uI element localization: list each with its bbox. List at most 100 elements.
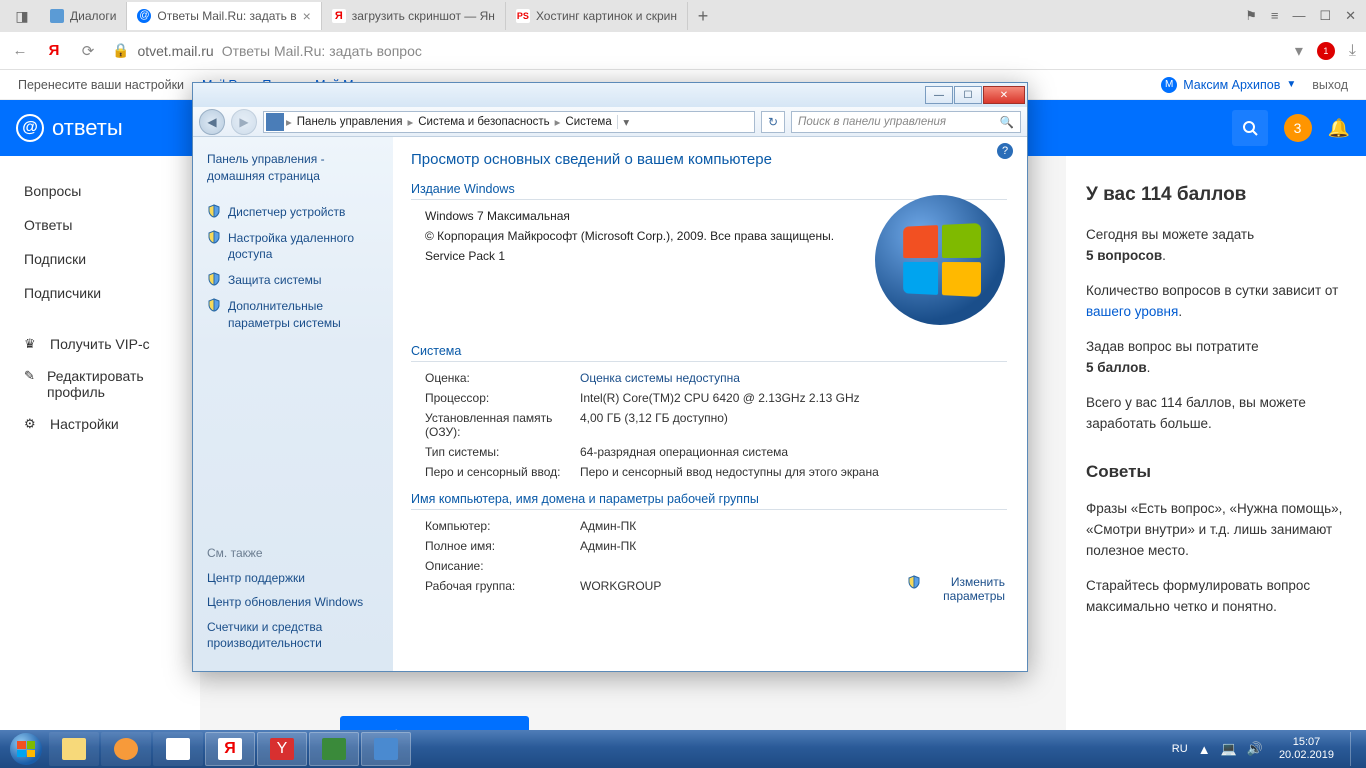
see-also-label: См. также bbox=[207, 546, 387, 560]
windows-update-link[interactable]: Центр обновления Windows bbox=[207, 590, 387, 614]
downloads-icon[interactable]: ⤓ bbox=[1349, 42, 1356, 60]
tips-heading: Советы bbox=[1086, 459, 1346, 485]
rating-link[interactable]: Оценка системы недоступна bbox=[580, 371, 740, 385]
refresh-button[interactable]: ↻ bbox=[761, 111, 785, 133]
adblock-badge[interactable]: 1 bbox=[1317, 42, 1335, 60]
tip-2: Старайтесь формулировать вопрос максимал… bbox=[1086, 576, 1346, 618]
taskbar-yandex-red[interactable]: Я bbox=[205, 732, 255, 766]
system-protection-link[interactable]: Защита системы bbox=[207, 267, 379, 293]
logo-text: ответы bbox=[52, 115, 123, 141]
user-avatar-icon: М bbox=[1161, 77, 1177, 93]
shield-icon bbox=[207, 272, 221, 286]
sidebar-settings[interactable]: ⚙Настройки bbox=[0, 408, 200, 440]
nav-back-button[interactable]: ◀ bbox=[199, 109, 225, 135]
strip-note: Перенесите ваши настройки bbox=[18, 78, 184, 92]
at-icon: @ bbox=[16, 114, 44, 142]
tab-yandex[interactable]: Я загрузить скриншот — Ян bbox=[322, 2, 506, 30]
windows-flag-icon bbox=[17, 741, 35, 757]
level-link[interactable]: вашего уровня bbox=[1086, 304, 1178, 319]
advanced-settings-link[interactable]: Дополнительные параметры системы bbox=[207, 293, 379, 335]
sidebar-item-subscriptions[interactable]: Подписки bbox=[0, 242, 200, 276]
taskbar-yandex-browser[interactable]: Y bbox=[257, 732, 307, 766]
crumb-control-panel[interactable]: Панель управления bbox=[292, 116, 408, 128]
yandex-home-button[interactable]: Я bbox=[44, 41, 64, 61]
sidebar-item-answers[interactable]: Ответы bbox=[0, 208, 200, 242]
help-icon[interactable]: ? bbox=[997, 143, 1013, 159]
computer-icon bbox=[266, 113, 284, 131]
url-host: otvet.mail.ru bbox=[137, 43, 213, 59]
row-label: Рабочая группа: bbox=[425, 579, 580, 593]
new-tab-button[interactable]: + bbox=[688, 6, 718, 27]
lang-indicator[interactable]: RU bbox=[1172, 743, 1188, 755]
close-icon[interactable]: ✕ bbox=[1345, 8, 1356, 24]
tray-clock[interactable]: 15:07 20.02.2019 bbox=[1273, 736, 1340, 762]
maximize-icon[interactable]: ☐ bbox=[1319, 8, 1331, 24]
taskbar-system-window[interactable] bbox=[309, 732, 359, 766]
address-bar: ← Я ⟳ 🔒 otvet.mail.ru Ответы Mail.Ru: за… bbox=[0, 32, 1366, 70]
tab-dialogs[interactable]: Диалоги bbox=[40, 2, 127, 30]
crumb-system[interactable]: Система bbox=[560, 116, 616, 128]
shield-icon bbox=[207, 298, 221, 312]
row-value: 64-разрядная операционная система bbox=[580, 445, 1007, 459]
sidebar-edit-profile[interactable]: ✎Редактировать профиль bbox=[0, 360, 200, 408]
menu-icon[interactable]: ≡ bbox=[1271, 8, 1279, 24]
crumb-security[interactable]: Система и безопасность bbox=[413, 116, 554, 128]
notifications-badge[interactable]: 3 bbox=[1284, 114, 1312, 142]
search-button[interactable] bbox=[1232, 110, 1268, 146]
tab-hosting[interactable]: PS Хостинг картинок и скрин bbox=[506, 2, 688, 30]
section-system: Система bbox=[411, 344, 1007, 362]
tip-1: Фразы «Есть вопрос», «Нужна помощь», «См… bbox=[1086, 499, 1346, 562]
reload-button[interactable]: ⟳ bbox=[78, 41, 98, 61]
tab-mailru-active[interactable]: @ Ответы Mail.Ru: задать в × bbox=[127, 2, 321, 30]
control-panel-home-link[interactable]: Панель управления - домашняя страница bbox=[207, 151, 379, 185]
win7-titlebar[interactable]: — ☐ ✕ bbox=[193, 83, 1027, 107]
row-value: Админ-ПК bbox=[580, 539, 1007, 553]
row-value: Админ-ПК bbox=[580, 519, 1007, 533]
close-button[interactable]: ✕ bbox=[983, 86, 1025, 104]
section-computer-name: Имя компьютера, имя домена и параметры р… bbox=[411, 492, 1007, 510]
taskbar-app[interactable] bbox=[153, 732, 203, 766]
minimize-button[interactable]: — bbox=[925, 86, 953, 104]
taskbar-mediaplayer[interactable] bbox=[101, 732, 151, 766]
change-settings-link[interactable]: Изменить параметры bbox=[907, 575, 1005, 603]
action-center-link[interactable]: Центр поддержки bbox=[207, 566, 387, 590]
chevron-down-icon[interactable]: ▼ bbox=[1286, 79, 1296, 90]
tray-volume-icon[interactable]: 🔊 bbox=[1247, 741, 1263, 757]
tray-network-icon[interactable]: 💻 bbox=[1221, 741, 1237, 757]
bell-icon[interactable]: 🔔 bbox=[1328, 118, 1350, 139]
otvety-logo[interactable]: @ ответы bbox=[16, 114, 123, 142]
browser-tab-strip: ◨ Диалоги @ Ответы Mail.Ru: задать в × Я… bbox=[0, 0, 1366, 32]
row-label: Оценка: bbox=[425, 371, 580, 385]
crown-icon: ♛ bbox=[24, 336, 40, 352]
taskbar-app2[interactable] bbox=[361, 732, 411, 766]
breadcrumb[interactable]: ▸ Панель управления▸ Система и безопасно… bbox=[263, 111, 755, 133]
taskbar-explorer[interactable] bbox=[49, 732, 99, 766]
show-desktop-button[interactable] bbox=[1350, 732, 1358, 766]
tab-pin-back[interactable]: ◨ bbox=[4, 2, 40, 30]
chevron-down-icon[interactable]: ▾ bbox=[617, 115, 635, 129]
user-name-link[interactable]: Максим Архипов bbox=[1183, 78, 1280, 92]
sidebar-item-questions[interactable]: Вопросы bbox=[0, 174, 200, 208]
maximize-button[interactable]: ☐ bbox=[954, 86, 982, 104]
search-input[interactable]: Поиск в панели управления 🔍 bbox=[791, 111, 1021, 133]
start-button[interactable] bbox=[4, 731, 48, 767]
remote-access-link[interactable]: Настройка удаленного доступа bbox=[207, 225, 379, 267]
sidebar-vip[interactable]: ♛Получить VIP-с bbox=[0, 328, 200, 360]
nav-forward-button[interactable]: ▶ bbox=[231, 109, 257, 135]
tray-flag-icon[interactable]: ▲ bbox=[1198, 742, 1211, 757]
dialog-icon bbox=[50, 9, 64, 23]
page-title: Просмотр основных сведений о вашем компь… bbox=[411, 151, 1007, 168]
name-row: Компьютер:Админ-ПК bbox=[425, 516, 1007, 536]
bookmark-icon[interactable]: ▾ bbox=[1295, 41, 1303, 61]
device-manager-link[interactable]: Диспетчер устройств bbox=[207, 199, 379, 225]
search-icon: 🔍 bbox=[1000, 115, 1014, 129]
logout-link[interactable]: выход bbox=[1312, 78, 1348, 92]
url-box[interactable]: 🔒 otvet.mail.ru Ответы Mail.Ru: задать в… bbox=[112, 42, 1281, 59]
back-button[interactable]: ← bbox=[10, 41, 30, 61]
taskbar: Я Y RU ▲ 💻 🔊 15:07 20.02.2019 bbox=[0, 730, 1366, 768]
sidebar-item-followers[interactable]: Подписчики bbox=[0, 276, 200, 310]
close-icon[interactable]: × bbox=[303, 8, 311, 24]
minimize-icon[interactable]: — bbox=[1292, 8, 1305, 24]
perf-tools-link[interactable]: Счетчики и средства производительности bbox=[207, 615, 387, 655]
panel-icon[interactable]: ⚑ bbox=[1245, 8, 1257, 24]
